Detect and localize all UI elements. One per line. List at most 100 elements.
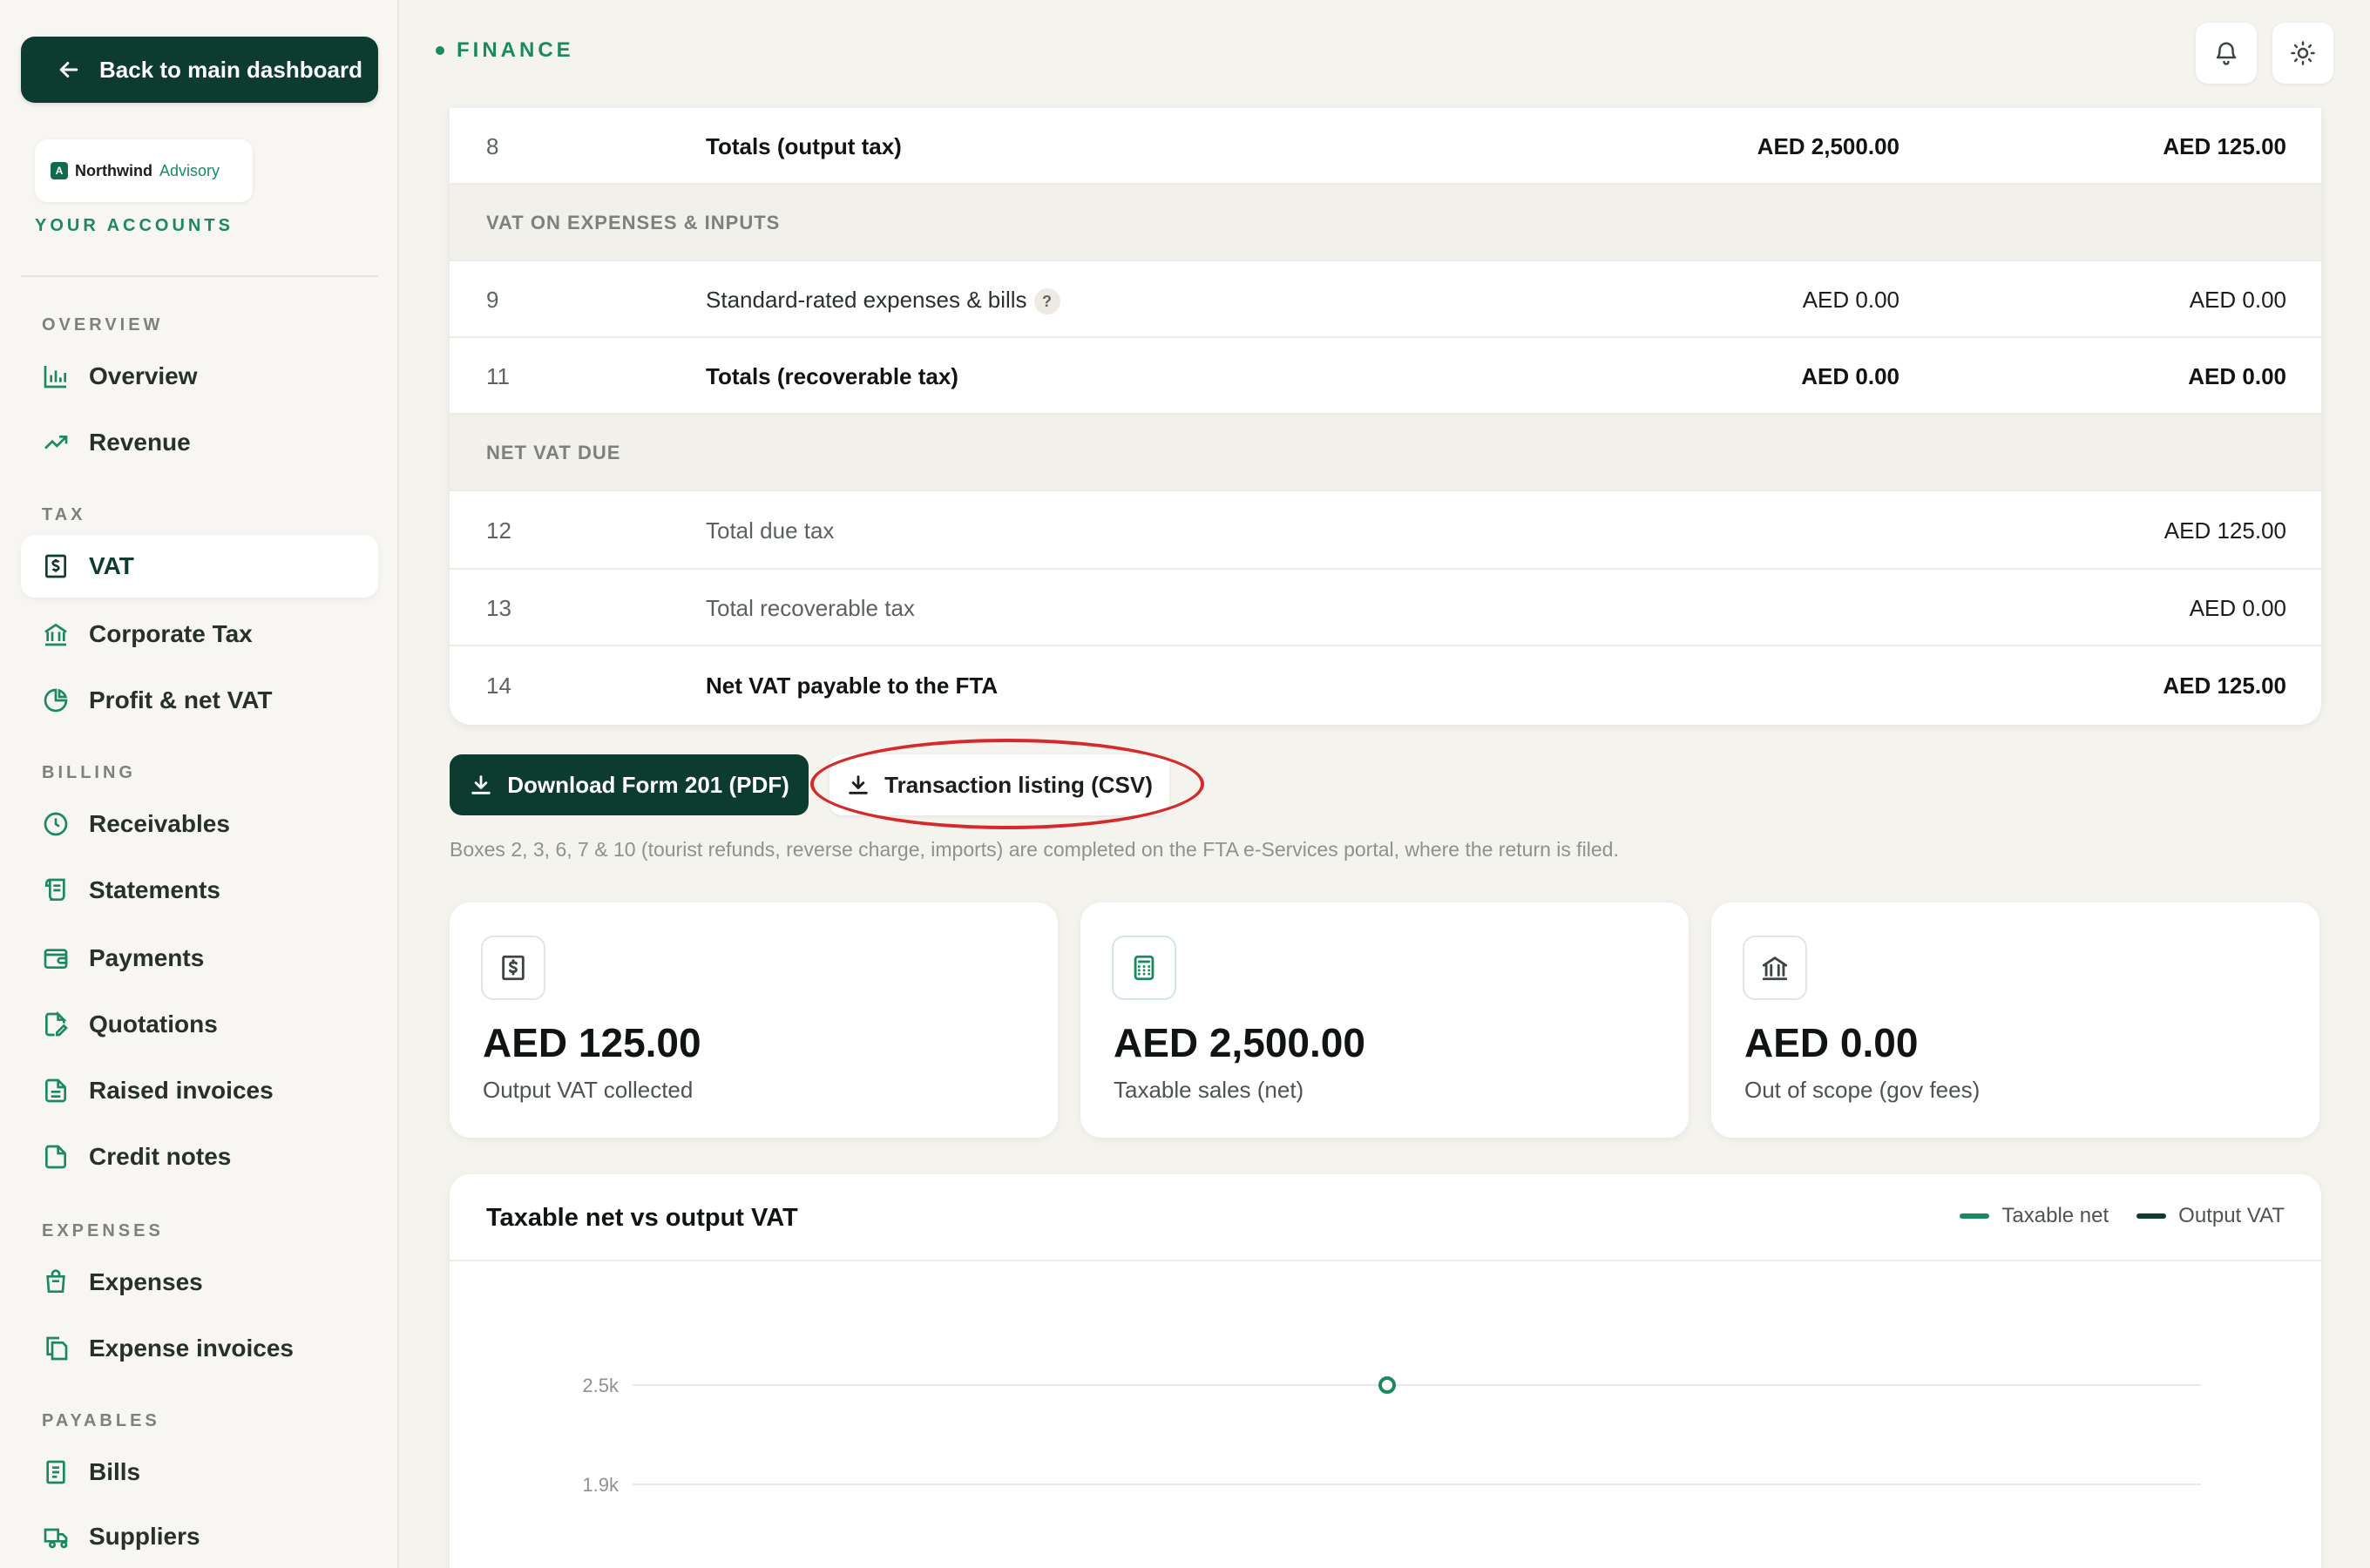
sidebar-item-suppliers[interactable]: Suppliers — [21, 1505, 378, 1568]
table-row: 8 Totals (output tax) AED 2,500.00 AED 1… — [450, 108, 2321, 185]
section-label-overview: OVERVIEW — [42, 315, 164, 335]
transaction-listing-csv-button[interactable]: Transaction listing (CSV) — [830, 754, 1169, 815]
row-vat: AED 125.00 — [2163, 672, 2286, 699]
file-edit-icon — [45, 1010, 68, 1037]
sidebar-item-label: Receivables — [89, 810, 230, 837]
bank-icon — [44, 623, 67, 646]
sidebar-item-statements[interactable]: Statements — [21, 859, 378, 922]
row-description: Total due tax — [706, 517, 835, 544]
table-section-header: VAT ON EXPENSES & INPUTS — [450, 185, 2321, 261]
stat-card-out-of-scope: AED 0.00 Out of scope (gov fees) — [1711, 902, 2319, 1138]
sidebar-item-vat[interactable]: VAT — [21, 535, 378, 598]
brand-sub: Advisory — [159, 161, 220, 179]
sidebar-item-label: Profit & net VAT — [89, 686, 273, 713]
truck-icon — [44, 1528, 68, 1549]
sidebar-item-label: Overview — [89, 362, 198, 389]
row-number: 13 — [486, 595, 511, 621]
vat-return-table: 8 Totals (output tax) AED 2,500.00 AED 1… — [450, 108, 2321, 725]
sidebar-item-label: VAT — [89, 552, 134, 579]
legend-label: Taxable net — [2001, 1204, 2109, 1227]
sidebar-item-corporate-tax[interactable]: Corporate Tax — [21, 603, 378, 666]
legend-item-output-vat[interactable]: Output VAT — [2136, 1204, 2285, 1228]
back-to-dashboard-button[interactable]: Back to main dashboard — [21, 37, 378, 103]
sidebar-item-payments[interactable]: Payments — [21, 927, 378, 990]
pie-chart-icon — [44, 688, 68, 713]
section-label-expenses: EXPENSES — [42, 1221, 164, 1240]
sidebar-item-label: Quotations — [89, 1010, 218, 1037]
sidebar-item-label: Credit notes — [89, 1143, 232, 1170]
legend-swatch — [2136, 1213, 2167, 1219]
row-description: Standard-rated expenses & bills? — [706, 261, 1060, 338]
sidebar-item-bills[interactable]: Bills — [21, 1441, 378, 1504]
row-number: 8 — [486, 133, 499, 159]
row-number: 11 — [486, 363, 510, 389]
scroll-icon — [45, 878, 65, 901]
chart-title: Taxable net vs output VAT — [486, 1204, 798, 1232]
sidebar-divider — [21, 275, 378, 277]
row-description: Total recoverable tax — [706, 595, 915, 621]
sidebar-item-expenses[interactable]: Expenses — [21, 1251, 378, 1314]
your-accounts-link[interactable]: YOUR ACCOUNTS — [35, 216, 234, 236]
theme-toggle-button[interactable] — [2272, 23, 2333, 84]
row-vat: AED 0.00 — [2189, 287, 2286, 313]
clock-icon — [44, 812, 68, 836]
sidebar-item-quotations[interactable]: Quotations — [21, 993, 378, 1056]
data-point[interactable] — [1378, 1376, 1396, 1394]
section-header-label: NET VAT DUE — [486, 442, 621, 463]
row-description: Totals (recoverable tax) — [706, 363, 958, 389]
notifications-button[interactable] — [2196, 23, 2257, 84]
sidebar-item-label: Statements — [89, 876, 220, 903]
line-chart: 2.5k1.9k1.3k — [582, 1375, 2201, 1496]
row-vat: AED 0.00 — [2188, 363, 2286, 389]
row-number: 14 — [486, 672, 511, 699]
download-icon — [849, 775, 868, 794]
sidebar-item-label: Revenue — [89, 429, 191, 456]
sidebar-item-profit-net-vat[interactable]: Profit & net VAT — [21, 669, 378, 732]
row-vat: AED 125.00 — [2163, 133, 2286, 159]
row-amount: AED 0.00 — [1801, 363, 1899, 389]
download-form-201-button[interactable]: Download Form 201 (PDF) — [450, 754, 809, 815]
sidebar: Back to main dashboard A Northwind Advis… — [0, 0, 399, 1568]
stat-icon-wrapper — [1743, 936, 1807, 1000]
sidebar-item-raised-invoices[interactable]: Raised invoices — [21, 1059, 378, 1122]
help-icon[interactable]: ? — [1033, 288, 1060, 315]
download-icon — [471, 775, 491, 794]
sidebar-item-credit-notes[interactable]: Credit notes — [21, 1125, 378, 1188]
row-vat: AED 0.00 — [2189, 595, 2286, 621]
receipt-dollar-icon — [45, 554, 66, 578]
arrow-left-icon — [59, 62, 78, 78]
sidebar-item-receivables[interactable]: Receivables — [21, 793, 378, 855]
footnote-text: Boxes 2, 3, 6, 7 & 10 (tourist refunds, … — [450, 838, 1619, 861]
brand-logo[interactable]: A Northwind Advisory — [35, 139, 253, 202]
stat-label: Taxable sales (net) — [1114, 1077, 1304, 1103]
brand-mark-icon: A — [51, 162, 68, 179]
section-label-billing: BILLING — [42, 763, 136, 782]
transaction-listing-csv-label: Transaction listing (CSV) — [884, 771, 1153, 798]
chart-legend: Taxable net Output VAT — [1960, 1204, 2285, 1228]
table-row: 12 Total due tax AED 125.00 — [450, 491, 2321, 570]
table-section-header: NET VAT DUE — [450, 415, 2321, 491]
sidebar-item-overview[interactable]: Overview — [21, 345, 378, 408]
brand-name: Northwind — [75, 161, 152, 179]
sidebar-item-label: Payments — [89, 944, 205, 971]
bar-chart-icon — [44, 366, 66, 389]
table-row: 13 Total recoverable tax AED 0.00 — [450, 570, 2321, 646]
row-description: Net VAT payable to the FTA — [706, 672, 999, 699]
calculator-icon — [1134, 955, 1155, 981]
stat-value: AED 2,500.00 — [1114, 1020, 1365, 1065]
shopping-bag-icon — [46, 1269, 65, 1293]
legend-swatch — [1960, 1213, 1990, 1219]
section-label-tax: TAX — [42, 505, 86, 524]
bell-icon — [2216, 42, 2237, 65]
table-row: 9 Standard-rated expenses & bills? AED 0… — [450, 261, 2321, 338]
download-form-201-label: Download Form 201 (PDF) — [507, 771, 789, 798]
sidebar-item-label: Suppliers — [89, 1523, 200, 1550]
sidebar-item-expense-invoices[interactable]: Expense invoices — [21, 1317, 378, 1380]
sidebar-item-revenue[interactable]: Revenue — [21, 411, 378, 474]
table-row: 14 Net VAT payable to the FTA AED 125.00 — [450, 646, 2321, 725]
wallet-icon — [44, 949, 68, 969]
stat-card-taxable-sales: AED 2,500.00 Taxable sales (net) — [1080, 902, 1689, 1138]
section-header-label: VAT ON EXPENSES & INPUTS — [486, 212, 781, 233]
files-copy-icon — [46, 1336, 68, 1361]
legend-item-taxable-net[interactable]: Taxable net — [1960, 1204, 2109, 1228]
